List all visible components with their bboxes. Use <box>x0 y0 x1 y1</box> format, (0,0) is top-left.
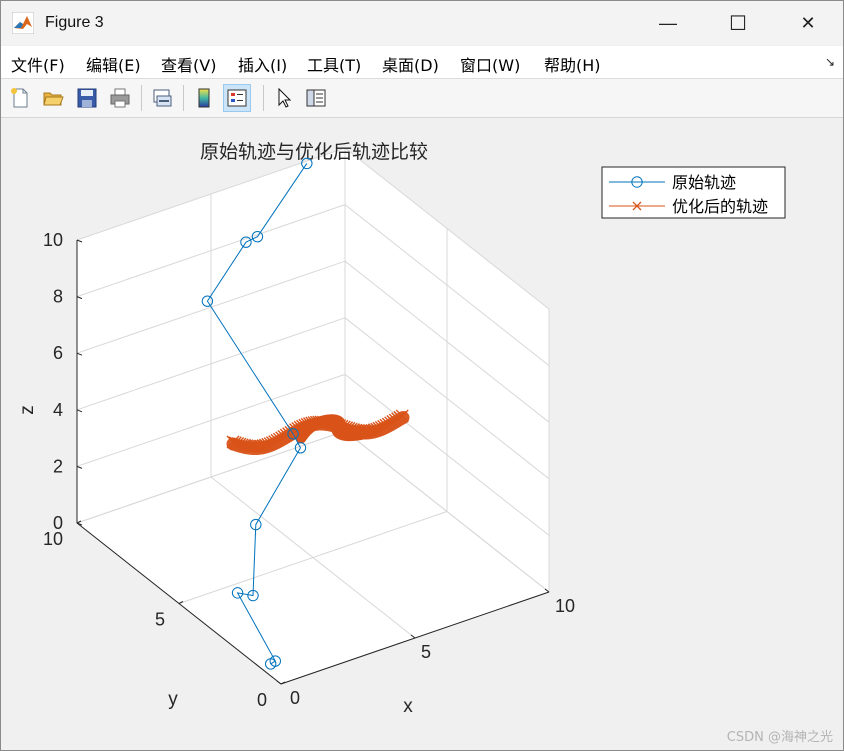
plot-area: 0 0 5 5 10 10 0 2 4 6 8 10 x y z 原始轨迹与优化后轨迹比较 原始轨迹 优化后的轨迹… <box>1 118 843 750</box>
chart-title: 原始轨迹与优化后轨迹比较 <box>200 141 428 163</box>
figure-toolbar <box>1 79 843 118</box>
watermark: CSDN @海神之光 <box>727 730 833 745</box>
property-inspector-button[interactable] <box>302 84 330 112</box>
matlab-logo-icon <box>12 12 34 34</box>
z-tick-label: 10 <box>43 230 63 250</box>
open-file-button[interactable] <box>39 84 67 112</box>
menu-edit[interactable]: 编辑(E) <box>86 52 141 76</box>
print-button[interactable] <box>106 84 134 112</box>
z-tick-label: 4 <box>53 400 63 420</box>
new-figure-button[interactable] <box>6 84 34 112</box>
window-title: Figure 3 <box>45 14 104 31</box>
y-tick-label: 5 <box>155 610 165 630</box>
print-icon <box>110 88 130 108</box>
title-bar[interactable]: Figure 3 — ☐ ✕ <box>1 1 843 45</box>
close-button[interactable]: ✕ <box>773 1 843 45</box>
minimize-button[interactable]: — <box>633 1 703 45</box>
z-tick-label: 8 <box>53 287 63 307</box>
y-axis-label: y <box>168 689 178 710</box>
legend-icon <box>227 89 247 107</box>
maximize-button[interactable]: ☐ <box>703 1 773 45</box>
x-tick-label: 0 <box>290 688 300 708</box>
x-tick-label: 5 <box>421 642 431 662</box>
x-tick-label: 10 <box>555 596 575 616</box>
property-inspector-icon <box>306 89 326 107</box>
new-figure-icon <box>11 88 28 108</box>
save-button[interactable] <box>73 84 101 112</box>
dock-arrow-icon[interactable]: ↘ <box>825 55 835 69</box>
y-tick-label: 0 <box>257 690 267 710</box>
menu-insert[interactable]: 插入(I) <box>238 52 287 76</box>
pointer-icon <box>278 87 292 108</box>
legend-label-optimized: 优化后的轨迹 <box>672 197 768 216</box>
link-plot-icon <box>153 89 172 107</box>
z-tick-label: 2 <box>53 456 63 476</box>
menu-bar: 文件(F) 编辑(E) 查看(V) 插入(I) 工具(T) 桌面(D) 窗口(W… <box>1 46 843 79</box>
z-axis-label: z <box>17 405 38 415</box>
menu-window[interactable]: 窗口(W) <box>460 52 520 76</box>
z-tick-label: 6 <box>53 343 63 363</box>
link-plot-button[interactable] <box>148 84 176 112</box>
chart-canvas[interactable]: 005510100246810xyz原始轨迹与优化后轨迹比较原始轨迹优化后的轨迹… <box>1 118 843 750</box>
figure-window: Figure 3 — ☐ ✕ 文件(F) 编辑(E) 查看(V) 插入(I) 工… <box>0 0 844 751</box>
legend-label-original: 原始轨迹 <box>672 173 736 192</box>
colorbar-icon <box>198 88 210 108</box>
menu-desktop[interactable]: 桌面(D) <box>382 52 439 76</box>
open-file-icon <box>43 92 64 106</box>
menu-tools[interactable]: 工具(T) <box>307 52 361 76</box>
legend-button[interactable] <box>223 84 251 112</box>
z-tick-label: 0 <box>53 513 63 533</box>
colorbar-button[interactable] <box>190 84 218 112</box>
menu-view[interactable]: 查看(V) <box>161 52 216 76</box>
menu-file[interactable]: 文件(F) <box>11 52 65 76</box>
x-axis-label: x <box>403 696 413 717</box>
menu-help[interactable]: 帮助(H) <box>544 52 601 76</box>
save-icon <box>77 88 97 108</box>
edit-plot-button[interactable] <box>270 84 298 112</box>
